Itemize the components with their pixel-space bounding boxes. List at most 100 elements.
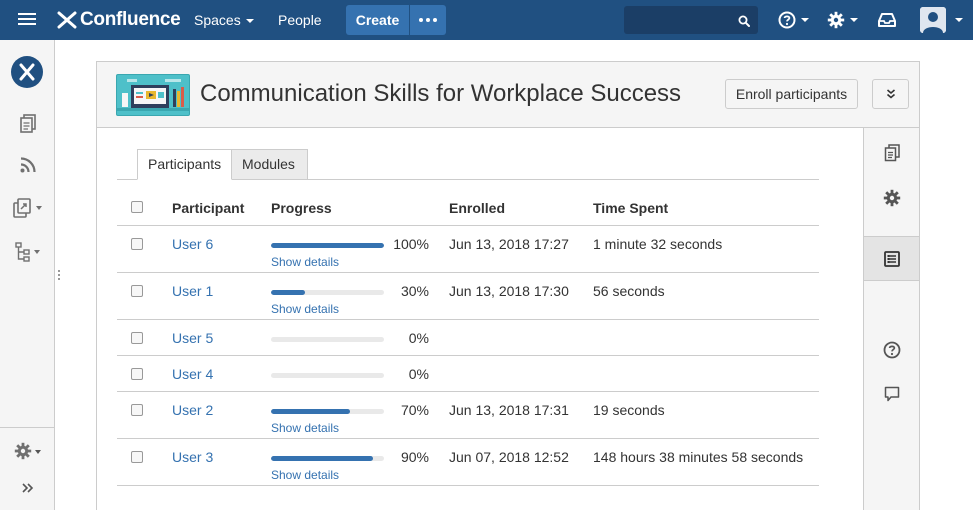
enrolled-date: Jun 13, 2018 17:27 — [449, 236, 569, 252]
participant-link[interactable]: User 1 — [172, 283, 213, 299]
double-chevron-down-icon — [886, 89, 895, 99]
course-thumbnail — [116, 74, 190, 116]
enrolled-date: Jun 13, 2018 17:31 — [449, 402, 569, 418]
row-checkbox[interactable] — [131, 332, 143, 344]
confluence-logo[interactable]: Confluence — [56, 7, 181, 33]
progress-bar — [271, 409, 384, 414]
participant-link[interactable]: User 6 — [172, 236, 213, 252]
progress-bar-fill — [271, 290, 305, 295]
participants-list-icon — [883, 250, 900, 267]
row-checkbox[interactable] — [131, 451, 143, 463]
show-details-link[interactable]: Show details — [271, 421, 339, 435]
select-all-checkbox[interactable] — [131, 201, 143, 213]
participant-link[interactable]: User 3 — [172, 449, 213, 465]
table-row: User 5 0% — [117, 320, 819, 356]
search-input[interactable] — [624, 6, 734, 34]
expand-sidebar-button[interactable] — [0, 482, 55, 494]
course-title: Communication Skills for Workplace Succe… — [200, 80, 682, 107]
table-row: User 3 90% Show details Jun 07, 2018 12:52 1… — [117, 439, 819, 486]
participant-link[interactable]: User 5 — [172, 330, 213, 346]
spaces-menu[interactable]: Spaces — [194, 0, 254, 40]
create-button[interactable]: Create — [346, 5, 409, 35]
time-spent: 1 minute 32 seconds — [593, 236, 723, 252]
gear-icon — [883, 189, 900, 206]
blog-button[interactable] — [0, 156, 55, 174]
chevron-down-icon — [35, 450, 41, 454]
help-icon — [883, 341, 900, 358]
search-icon[interactable] — [738, 14, 750, 30]
row-checkbox[interactable] — [131, 404, 143, 416]
page-tree-button[interactable] — [0, 242, 55, 262]
shortcuts-button[interactable] — [0, 198, 55, 218]
progress-bar-fill — [271, 409, 351, 414]
tab-modules[interactable]: Modules — [231, 149, 308, 180]
settings-menu[interactable] — [827, 8, 858, 32]
sidebar-footer — [0, 427, 55, 493]
participants-list-button[interactable] — [864, 236, 919, 281]
shortcuts-icon — [13, 198, 31, 218]
participant-link[interactable]: User 2 — [172, 402, 213, 418]
people-link[interactable]: People — [278, 0, 322, 40]
pages-icon — [19, 114, 36, 133]
show-details-link[interactable]: Show details — [271, 255, 339, 269]
row-checkbox[interactable] — [131, 285, 143, 297]
row-checkbox[interactable] — [131, 368, 143, 380]
enrolled-date: Jun 07, 2018 12:52 — [449, 449, 569, 465]
time-spent: 148 hours 38 minutes 58 seconds — [593, 449, 804, 465]
course-illustration-icon — [117, 79, 189, 111]
gear-icon — [827, 11, 845, 29]
confluence-x-icon — [57, 11, 77, 29]
course-header: Communication Skills for Workplace Succe… — [97, 62, 919, 128]
progress-bar — [271, 290, 384, 295]
time-spent-column-header[interactable]: Time Spent — [593, 200, 668, 216]
menu-icon[interactable] — [14, 10, 40, 30]
brand-name: Confluence — [80, 9, 181, 30]
page-info-button[interactable] — [864, 130, 919, 175]
double-chevron-right-icon — [21, 483, 33, 493]
table-header-row: Participant Progress Enrolled Time Spent — [117, 180, 819, 226]
space-logo[interactable] — [11, 56, 43, 88]
progress-bar — [271, 243, 384, 248]
help-menu[interactable] — [778, 8, 809, 32]
right-rail — [863, 128, 919, 510]
time-spent: 19 seconds — [593, 402, 665, 418]
progress-percent: 90% — [400, 449, 429, 465]
settings-button[interactable] — [864, 175, 919, 220]
show-details-link[interactable]: Show details — [271, 302, 339, 316]
show-details-link[interactable]: Show details — [271, 468, 339, 482]
page-info-icon — [884, 143, 900, 161]
progress-column-header[interactable]: Progress — [271, 200, 332, 216]
chevron-down-icon — [34, 250, 40, 254]
enrolled-date: Jun 13, 2018 17:30 — [449, 283, 569, 299]
enrolled-column-header[interactable]: Enrolled — [449, 200, 505, 216]
help-button[interactable] — [864, 327, 919, 372]
participant-column-header[interactable]: Participant — [172, 200, 244, 216]
progress-percent: 70% — [400, 402, 429, 418]
participant-link[interactable]: User 4 — [172, 366, 213, 382]
progress-bar — [271, 337, 384, 342]
course-panel: Communication Skills for Workplace Succe… — [96, 61, 920, 510]
pages-button[interactable] — [0, 114, 55, 134]
avatar[interactable] — [920, 7, 946, 33]
notifications-icon — [878, 13, 896, 27]
notifications-button[interactable] — [878, 8, 896, 32]
chevron-down-icon[interactable] — [955, 18, 963, 22]
tab-participants[interactable]: Participants — [137, 149, 232, 180]
space-settings-button[interactable] — [0, 442, 55, 460]
progress-percent: 0% — [408, 330, 429, 346]
expand-header-button[interactable] — [872, 79, 909, 109]
create-more-button[interactable] — [410, 5, 446, 35]
table-row: User 2 70% Show details Jun 13, 2018 17:31 1… — [117, 392, 819, 439]
progress-bar-fill — [271, 456, 373, 461]
comment-button[interactable] — [864, 371, 919, 416]
user-avatar-icon — [920, 7, 946, 33]
chevron-down-icon — [36, 206, 42, 210]
search-box[interactable] — [624, 6, 758, 34]
help-icon — [778, 11, 796, 29]
time-spent: 56 seconds — [593, 283, 665, 299]
blog-icon — [20, 157, 36, 173]
row-checkbox[interactable] — [131, 238, 143, 250]
chevron-down-icon — [850, 18, 858, 22]
sidebar-resize-handle[interactable] — [58, 268, 61, 282]
enroll-participants-button[interactable]: Enroll participants — [725, 79, 858, 109]
